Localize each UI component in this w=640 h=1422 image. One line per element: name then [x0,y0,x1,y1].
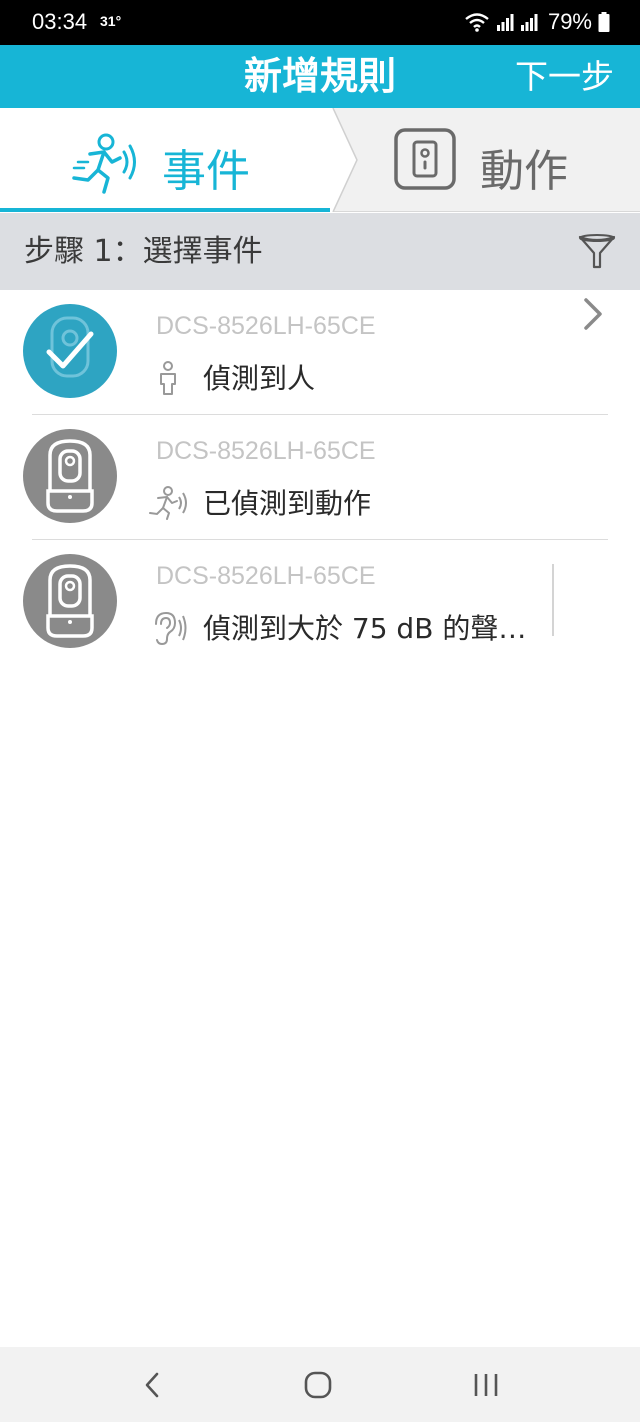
device-name: DCS-8526LH-65CE [156,562,376,590]
device-avatar [23,304,117,398]
back-icon [145,1372,159,1397]
step-label: 步驟 1：選擇事件 [24,234,263,269]
filter-icon[interactable] [578,234,616,270]
event-label: 已偵測到動作 [203,487,372,520]
tab-arrow-divider [330,108,358,212]
back-button[interactable] [112,1347,192,1422]
person-icon [160,361,176,395]
running-person-icon [72,133,136,194]
camera-icon [46,439,94,513]
status-bar: 03:34 31° 79% [0,0,640,45]
chevron-right-icon[interactable] [580,294,606,334]
signal-icon-2 [520,14,538,31]
tab-actions[interactable]: 動作 [480,135,568,199]
row-separator [552,564,554,636]
tab-active-indicator [0,208,333,212]
camera-icon [46,564,94,638]
device-avatar [23,429,117,523]
status-time: 03:34 [32,9,88,34]
home-button[interactable] [278,1347,358,1422]
event-label: 偵測到人 [203,362,316,395]
signal-icon [496,14,514,31]
status-temperature: 31° [100,13,122,29]
battery-percent: 79% [547,9,592,34]
list-item[interactable]: DCS-8526LH-65CE 偵測到人 [0,290,640,415]
home-icon [304,1371,332,1398]
tab-events[interactable]: 事件 [0,108,333,212]
wifi-icon [465,13,489,32]
step-header: 步驟 1：選擇事件 [0,213,640,290]
next-button[interactable]: 下一步 [515,45,614,108]
camera-checked-icon [46,316,94,378]
device-name: DCS-8526LH-65CE [156,437,376,465]
battery-icon [598,12,610,32]
device-name: DCS-8526LH-65CE [156,312,376,340]
event-list: DCS-8526LH-65CE 偵測到人 DCS-8526LH-65CE 已偵測… [0,290,640,665]
recents-icon [474,1373,498,1396]
motion-icon [149,486,187,520]
event-label: 偵測到大於 75 dB 的聲… [203,612,527,645]
app-header: 新增規則 下一步 [0,45,640,108]
device-icon[interactable] [394,128,456,190]
sound-icon [155,611,187,646]
recents-button[interactable] [446,1347,526,1422]
list-item[interactable]: DCS-8526LH-65CE 已偵測到動作 [0,415,640,540]
tab-events-label: 事件 [162,146,250,197]
system-nav-bar [0,1347,640,1422]
device-avatar [23,554,117,648]
list-item[interactable]: DCS-8526LH-65CE 偵測到大於 75 dB 的聲… [0,540,640,665]
